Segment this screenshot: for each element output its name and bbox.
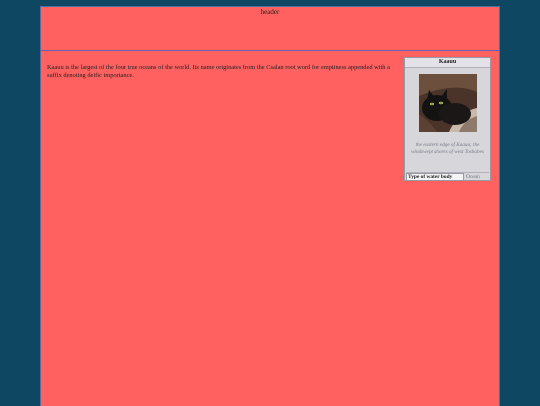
infobox-image[interactable] bbox=[419, 74, 477, 132]
infobox-row-value: Ocean bbox=[466, 174, 480, 180]
infobox-caption: the eastern edge of Kaauu; the windswept… bbox=[411, 142, 484, 155]
infobox-title: Kaauu bbox=[405, 58, 490, 68]
black-cat-image bbox=[419, 74, 477, 132]
page-header: header bbox=[41, 7, 499, 51]
page-container: header Kaauu is the largest of the four … bbox=[40, 6, 500, 406]
infobox: Kaauu the eastern edge of Kaauu; the win… bbox=[404, 57, 491, 181]
infobox-row: Type of water body Ocean bbox=[406, 172, 489, 181]
article-body: Kaauu is the largest of the four true oc… bbox=[47, 64, 390, 79]
infobox-row-label: Type of water body bbox=[406, 173, 464, 181]
header-title: header bbox=[260, 8, 280, 16]
